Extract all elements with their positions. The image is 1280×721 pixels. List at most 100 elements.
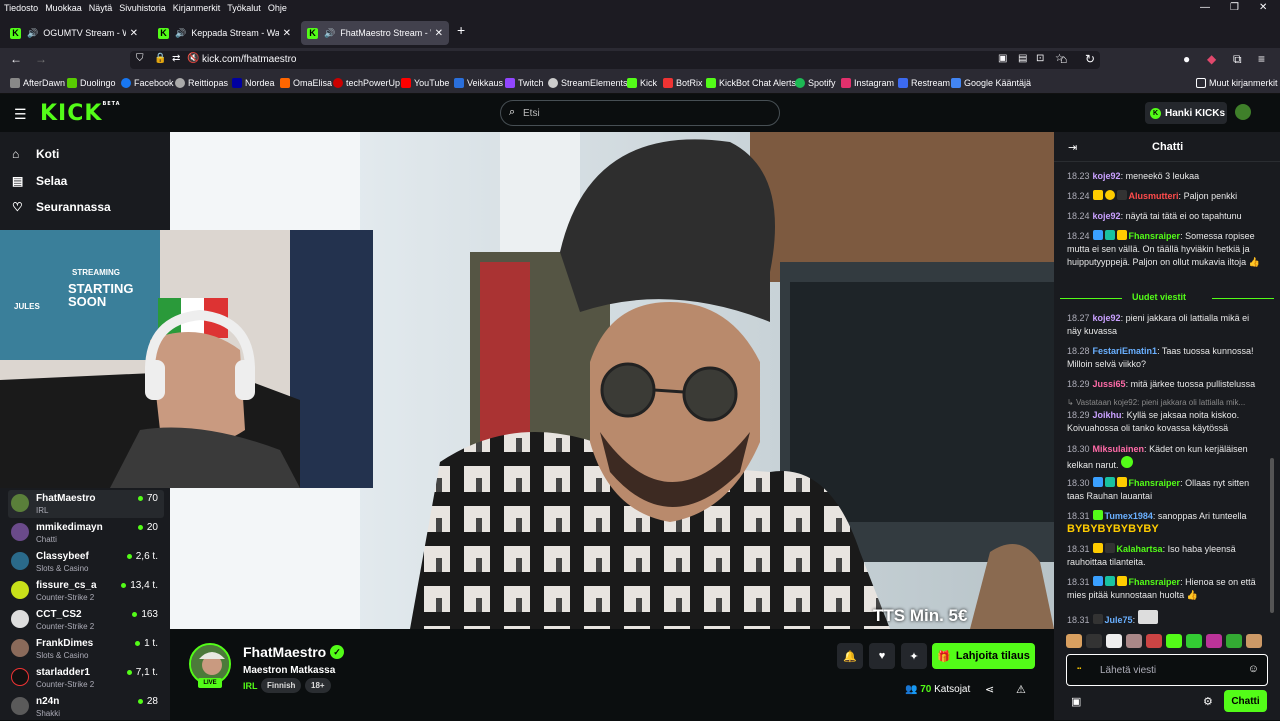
bookmark-omaelisa[interactable]: OmaElisa xyxy=(280,78,332,88)
back-icon[interactable]: ← xyxy=(10,52,22,66)
forward-icon[interactable]: → xyxy=(35,52,47,66)
restore-icon[interactable]: ❐ xyxy=(1230,2,1239,13)
bookmark-restream[interactable]: Restream xyxy=(898,78,950,88)
emote-icon[interactable] xyxy=(1106,634,1122,648)
reload-icon[interactable]: ↻ xyxy=(1085,52,1095,66)
nav-browse[interactable]: ▤ Selaa xyxy=(12,174,67,188)
emote-icon[interactable] xyxy=(1226,634,1242,648)
menu-help[interactable]: Ohje xyxy=(268,3,287,13)
bookmark-youtube[interactable]: YouTube xyxy=(401,78,449,88)
channel-classybeef[interactable]: Classybeef Slots & Casino 2,6 t. xyxy=(8,548,164,576)
reader-icon[interactable]: ▤ xyxy=(1018,53,1027,64)
hamburger-icon[interactable]: ☰ xyxy=(14,106,27,123)
channel-starladder1[interactable]: starladder1 Counter-Strike 2 7,1 t. xyxy=(8,664,164,692)
gift-subscription-button[interactable]: 🎁 Lahjoita tilaus xyxy=(932,643,1035,669)
bookmark-spotify[interactable]: Spotify xyxy=(795,78,836,88)
menu-view[interactable]: Näytä xyxy=(89,3,113,13)
collapse-chat-icon[interactable]: ⇥ xyxy=(1068,141,1077,154)
reply-preview[interactable]: ↳ Vastataan koje92: pieni jakkara oli la… xyxy=(1067,398,1263,407)
shield-icon[interactable]: ⛉ xyxy=(136,53,144,64)
chat-scrollbar[interactable] xyxy=(1270,458,1274,613)
bookmark-duolingo[interactable]: Duolingo xyxy=(67,78,116,88)
badge-icon xyxy=(1116,230,1127,240)
kick-logo[interactable]: KICKBETA xyxy=(40,101,121,126)
emote-icon[interactable] xyxy=(1186,634,1202,648)
share-icon[interactable]: ⋖ xyxy=(985,683,994,696)
nav-home[interactable]: ⌂ Koti xyxy=(12,147,59,161)
bookmark-nordea[interactable]: Nordea xyxy=(232,78,275,88)
minimize-icon[interactable]: — xyxy=(1200,2,1210,13)
channel-fhatmaestro[interactable]: FhatMaestro IRL 70 xyxy=(8,490,164,518)
menu-tools[interactable]: Työkalut xyxy=(227,3,261,13)
sparkle-button[interactable]: ✦ xyxy=(901,643,927,669)
permissions-icon[interactable]: ⇄ xyxy=(172,53,180,64)
bookmark-facebook[interactable]: Facebook xyxy=(121,78,174,88)
stream-category[interactable]: IRL xyxy=(243,681,258,691)
menu-icon[interactable]: ≡ xyxy=(1258,52,1265,66)
streamer-name[interactable]: FhatMaestro xyxy=(243,644,326,660)
mute-tab-icon[interactable]: 🔇 xyxy=(187,53,199,64)
account-icon[interactable]: ● xyxy=(1183,52,1190,66)
channel-mmikedimayn[interactable]: mmikedimayn Chatti 20 xyxy=(8,519,164,547)
emote-icon[interactable] xyxy=(1146,634,1162,648)
menu-history[interactable]: Sivuhistoria xyxy=(119,3,166,13)
screenshot-icon[interactable]: ⊡ xyxy=(1036,53,1044,64)
channel-n24n[interactable]: n24n Shakki 28 xyxy=(8,693,164,721)
pip-icon[interactable]: ▣ xyxy=(998,53,1007,64)
address-bar[interactable]: ⛉ 🔒 ⇄ 🔇 kick.com/fhatmaestro ▣ ▤ ⊡ ☆ xyxy=(130,51,1100,69)
follow-heart-button[interactable]: ♥ xyxy=(869,643,895,669)
emote-icon[interactable] xyxy=(1246,634,1262,648)
emote-icon[interactable] xyxy=(1086,634,1102,648)
tab-ogumtv[interactable]: K 🔊 OGUMTV Stream - Watch L ✕ xyxy=(4,21,144,45)
channel-fissure-cs-a[interactable]: fissure_cs_a Counter-Strike 2 13,4 t. xyxy=(8,577,164,605)
extensions-icon[interactable]: ⧉ xyxy=(1233,52,1242,67)
get-kicks-button[interactable]: K Hanki KICKs xyxy=(1145,102,1227,124)
bookmark-botrix[interactable]: BotRix xyxy=(663,78,703,88)
tab-keppada[interactable]: K 🔊 Keppada Stream - Watch Li ✕ xyxy=(152,21,297,45)
tag-18plus[interactable]: 18+ xyxy=(305,678,331,693)
chat-message-input[interactable]: ▪▪ Lähetä viesti ☺ xyxy=(1066,654,1268,686)
bookmark-kick[interactable]: Kick xyxy=(627,78,657,88)
new-tab-icon[interactable]: + xyxy=(457,22,465,38)
channel-cct-cs2[interactable]: CCT_CS2 Counter-Strike 2 163 xyxy=(8,606,164,634)
report-icon[interactable]: ⚠ xyxy=(1016,683,1026,696)
settings-gear-icon[interactable]: ⚙ xyxy=(1203,695,1213,708)
emoji-picker-icon[interactable]: ☺ xyxy=(1248,663,1259,675)
close-tab-icon[interactable]: ✕ xyxy=(130,28,138,39)
menu-bookmarks[interactable]: Kirjanmerkit xyxy=(173,3,221,13)
bookmark-google-translate[interactable]: Google Kääntäjä xyxy=(951,78,1031,88)
bookmark-streamelements[interactable]: StreamElements xyxy=(548,78,628,88)
close-tab-icon[interactable]: ✕ xyxy=(435,28,443,39)
send-chat-button[interactable]: Chatti xyxy=(1224,690,1267,712)
bookmark-reittiopas[interactable]: Reittiopas xyxy=(175,78,228,88)
bookmark-veikkaus[interactable]: Veikkaus xyxy=(454,78,503,88)
emote-icon[interactable] xyxy=(1066,634,1082,648)
bookmark-other[interactable]: Muut kirjanmerkit xyxy=(1196,78,1278,88)
home-icon[interactable]: ⌂ xyxy=(1060,52,1067,66)
tag-finnish[interactable]: Finnish xyxy=(261,678,302,693)
extension-badge-icon[interactable]: ◆ xyxy=(1207,52,1216,66)
gift-icon[interactable]: ▣ xyxy=(1071,695,1081,708)
speaker-icon[interactable]: 🔊 xyxy=(175,28,186,39)
emote-icon[interactable] xyxy=(1166,634,1182,648)
search-input[interactable]: ⌕ Etsi xyxy=(500,100,780,126)
close-tab-icon[interactable]: ✕ xyxy=(283,28,291,39)
emote-icon[interactable] xyxy=(1126,634,1142,648)
nav-following[interactable]: ♡ Seurannassa xyxy=(12,200,111,214)
bookmark-kickbot[interactable]: KickBot Chat Alerts xyxy=(706,78,796,88)
bookmark-twitch[interactable]: Twitch xyxy=(505,78,544,88)
channel-frankdimes[interactable]: FrankDimes Slots & Casino 1 t. xyxy=(8,635,164,663)
bookmark-afterdawn[interactable]: AfterDawn xyxy=(10,78,65,88)
user-avatar[interactable] xyxy=(1235,104,1251,120)
menu-file[interactable]: Tiedosto xyxy=(4,3,38,13)
bookmark-instagram[interactable]: Instagram xyxy=(841,78,894,88)
tab-fhatmaestro[interactable]: K 🔊 FhatMaestro Stream - Watc ✕ xyxy=(301,21,449,45)
speaker-icon[interactable]: 🔊 xyxy=(27,28,38,39)
emote-icon[interactable] xyxy=(1206,634,1222,648)
menu-edit[interactable]: Muokkaa xyxy=(45,3,82,13)
speaker-icon[interactable]: 🔊 xyxy=(324,28,335,39)
notification-bell-button[interactable]: 🔔 xyxy=(837,643,863,669)
bookmark-techpowerup[interactable]: techPowerUp xyxy=(333,78,400,88)
lock-icon[interactable]: 🔒 xyxy=(154,53,166,64)
close-window-icon[interactable]: ✕ xyxy=(1259,2,1267,13)
